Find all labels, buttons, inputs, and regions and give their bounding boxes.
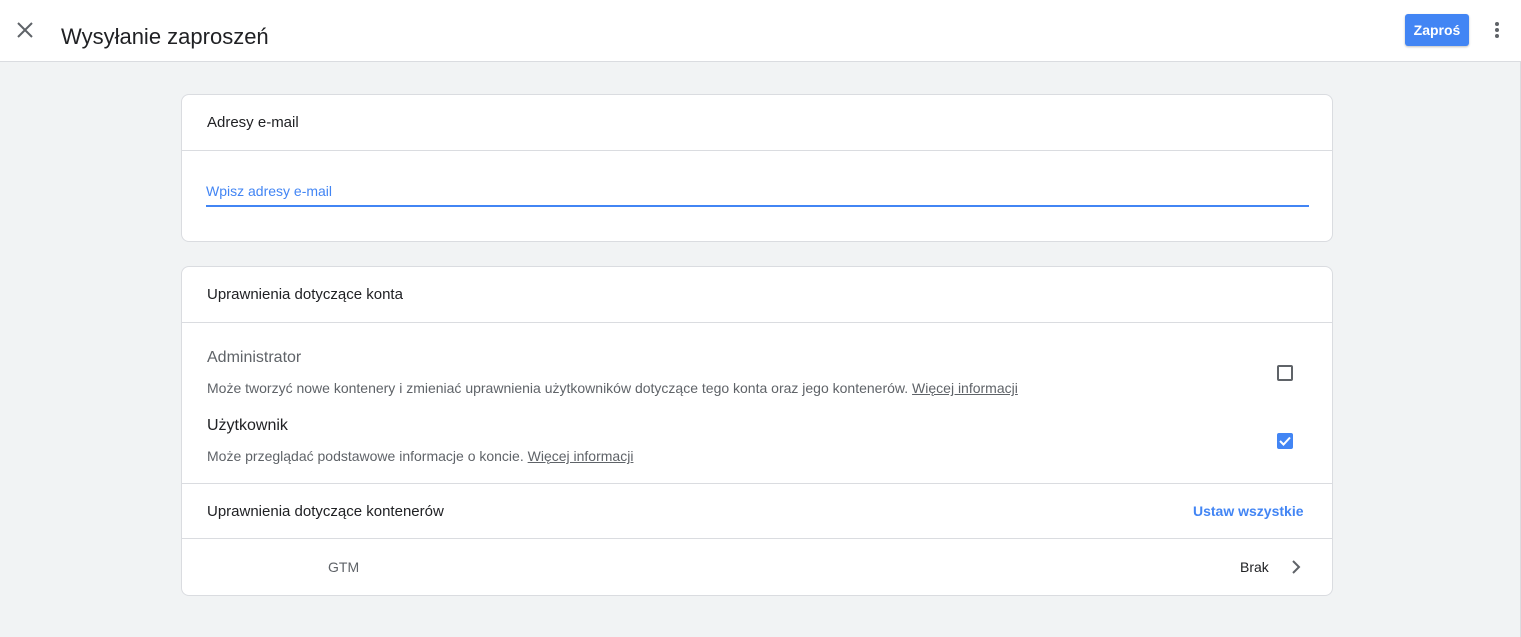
checkmark-icon xyxy=(1279,436,1291,446)
role-title-user: Użytkownik xyxy=(207,417,288,434)
email-card: Adresy e-mail xyxy=(181,94,1333,242)
chevron-right-icon xyxy=(1288,558,1304,576)
more-info-link[interactable]: Więcej informacji xyxy=(912,380,1018,396)
container-name: GTM xyxy=(328,559,360,575)
page-title: Wysyłanie zaproszeń xyxy=(61,24,269,49)
container-permission-value: Brak xyxy=(1240,559,1269,575)
invite-button[interactable]: Zaproś xyxy=(1405,14,1469,46)
role-description-text: Może tworzyć nowe kontenery i zmieniać u… xyxy=(207,380,909,396)
top-bar: Wysyłanie zaproszeń Zaproś xyxy=(0,0,1521,62)
container-row[interactable]: GTM Brak xyxy=(182,539,1332,595)
close-icon xyxy=(17,22,33,38)
permissions-card: Uprawnienia dotyczące konta Administrato… xyxy=(181,266,1333,596)
set-all-button[interactable]: Ustaw wszystkie xyxy=(1193,503,1304,519)
container-permissions-title: Uprawnienia dotyczące kontenerów xyxy=(207,503,444,520)
more-info-link[interactable]: Więcej informacji xyxy=(528,448,634,464)
email-field[interactable] xyxy=(206,177,1309,207)
role-description-text: Może przeglądać podstawowe informacje o … xyxy=(207,448,524,464)
email-input[interactable] xyxy=(206,177,1309,205)
account-permissions-title: Uprawnienia dotyczące konta xyxy=(182,267,1332,323)
role-description-user: Może przeglądać podstawowe informacje o … xyxy=(207,448,633,464)
divider xyxy=(182,483,1332,484)
administrator-checkbox[interactable] xyxy=(1277,365,1293,381)
email-card-title: Adresy e-mail xyxy=(182,95,1332,151)
close-button[interactable] xyxy=(12,17,38,43)
role-title-administrator: Administrator xyxy=(207,349,302,366)
more-options-button[interactable] xyxy=(1486,18,1508,42)
user-checkbox[interactable] xyxy=(1277,433,1293,449)
role-description-administrator: Może tworzyć nowe kontenery i zmieniać u… xyxy=(207,380,1018,396)
more-vert-icon xyxy=(1495,22,1499,38)
